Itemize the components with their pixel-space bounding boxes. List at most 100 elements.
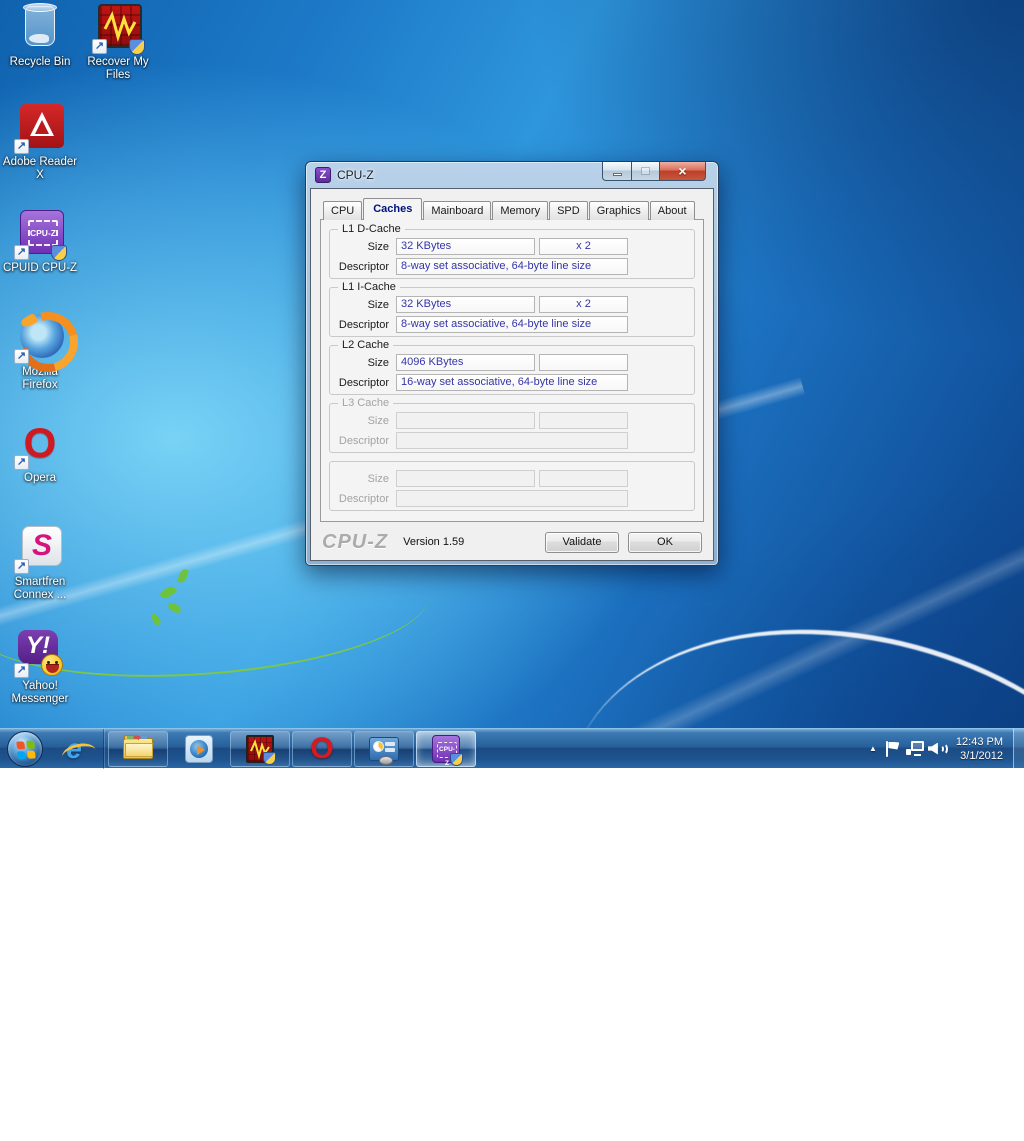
shortcut-arrow-icon: ↗	[14, 139, 29, 154]
shortcut-arrow-icon: ↗	[92, 39, 107, 54]
desktop-icon-recover-my-files[interactable]: ↗ Recover My Files	[78, 4, 158, 82]
network-icon	[906, 741, 924, 756]
recycle-bin-icon	[16, 4, 64, 52]
smartfren-icon: S ↗	[16, 524, 64, 572]
l2-size-field: 4096 KBytes	[396, 354, 535, 371]
group-title: L2 Cache	[338, 339, 393, 351]
desktop-icon-cpuid-cpuz[interactable]: CPU-Z ↗ CPUID CPU-Z	[0, 210, 80, 275]
maximize-button	[632, 162, 660, 181]
icon-label: Recycle Bin	[0, 56, 80, 69]
l3-size-field	[396, 412, 535, 429]
tab-memory[interactable]: Memory	[492, 201, 548, 220]
ok-button[interactable]: OK	[628, 532, 702, 553]
size-label: Size	[330, 473, 396, 485]
extra-descriptor-field	[396, 490, 628, 507]
taskbar-item-recover-my-files[interactable]	[230, 731, 290, 767]
title-bar[interactable]: Z CPU-Z ×	[306, 162, 718, 188]
yahoo-messenger-icon: Y! ↗	[16, 628, 64, 676]
desktop-icon-adobe-reader[interactable]: ↗ Adobe Reader X	[0, 104, 80, 182]
windows-logo-icon	[16, 740, 35, 759]
recover-my-files-icon: ↗	[94, 4, 142, 52]
l1d-descriptor-field: 8-way set associative, 64-byte line size	[396, 258, 628, 275]
tab-cpu[interactable]: CPU	[323, 201, 362, 220]
desktop-icon-opera[interactable]: O ↗ Opera	[0, 420, 80, 485]
shortcut-arrow-icon: ↗	[14, 349, 29, 364]
tab-graphics[interactable]: Graphics	[589, 201, 649, 220]
icon-label: Adobe Reader X	[0, 156, 80, 182]
tab-mainboard[interactable]: Mainboard	[423, 201, 491, 220]
group-l2-cache: L2 Cache Size 4096 KBytes Descriptor 16-…	[329, 345, 695, 395]
minimize-button[interactable]	[602, 162, 632, 181]
descriptor-label: Descriptor	[330, 319, 396, 331]
desktop: Recycle Bin ↗ Recover My Files ↗ Adobe R…	[0, 0, 1024, 768]
cpuz-icon: CPU-Z	[432, 735, 460, 763]
uac-shield-icon	[450, 753, 463, 766]
descriptor-label: Descriptor	[330, 261, 396, 273]
group-extra-cache: Size Descriptor	[329, 461, 695, 511]
clock[interactable]: 12:43 PM 3/1/2012	[948, 735, 1013, 763]
cpuz-window-icon: Z	[315, 167, 331, 183]
desktop-icon-smartfren[interactable]: S ↗ Smartfren Connex ...	[0, 524, 80, 602]
version-label: Version 1.59	[403, 536, 545, 548]
icon-label: CPUID CPU-Z	[0, 262, 80, 275]
window-controls: ×	[602, 162, 706, 181]
uac-shield-icon	[263, 752, 276, 765]
uac-shield-icon	[129, 39, 145, 55]
group-l3-cache: L3 Cache Size Descriptor	[329, 403, 695, 453]
show-hidden-icons-button[interactable]: ▲	[864, 744, 882, 753]
cpuz-window: Z CPU-Z × CPU Caches Mainboard Memory SP…	[305, 161, 719, 566]
opera-icon: O	[310, 733, 333, 765]
tab-caches[interactable]: Caches	[363, 198, 422, 220]
taskbar-item-opera[interactable]: O	[292, 731, 352, 767]
validate-button[interactable]: Validate	[545, 532, 619, 553]
desktop-icon-recycle-bin[interactable]: Recycle Bin	[0, 4, 80, 69]
taskbar-item-internet-explorer[interactable]: e	[48, 729, 100, 769]
uac-shield-icon	[51, 245, 67, 261]
taskbar-item-system-utility[interactable]	[354, 731, 414, 767]
cpuz-app-icon: CPU-Z ↗	[16, 210, 64, 258]
system-utility-icon	[369, 737, 399, 761]
shortcut-arrow-icon: ↗	[14, 455, 29, 470]
desktop-icon-firefox[interactable]: ↗ Mozilla Firefox	[0, 314, 80, 392]
tab-bar: CPU Caches Mainboard Memory SPD Graphics…	[320, 201, 704, 220]
network-item[interactable]	[904, 729, 926, 769]
shortcut-arrow-icon: ↗	[14, 245, 29, 260]
window-title: CPU-Z	[337, 168, 374, 182]
desktop-icon-yahoo-messenger[interactable]: Y! ↗ Yahoo! Messenger	[0, 628, 80, 706]
media-player-icon	[185, 735, 213, 763]
size-label: Size	[330, 299, 396, 311]
descriptor-label: Descriptor	[330, 377, 396, 389]
l1i-count-field: x 2	[539, 296, 628, 313]
volume-item[interactable]	[926, 729, 948, 769]
taskbar-divider	[103, 729, 104, 769]
tab-about[interactable]: About	[650, 201, 695, 220]
l1i-descriptor-field: 8-way set associative, 64-byte line size	[396, 316, 628, 333]
l3-descriptor-field	[396, 432, 628, 449]
taskbar-item-explorer[interactable]	[108, 731, 168, 767]
size-label: Size	[330, 241, 396, 253]
group-title: L1 D-Cache	[338, 223, 405, 235]
action-center-item[interactable]	[882, 729, 904, 769]
wallpaper-arc	[512, 559, 1024, 1141]
show-desktop-button[interactable]	[1013, 729, 1024, 769]
smiley-icon	[41, 654, 63, 676]
shortcut-arrow-icon: ↗	[14, 663, 29, 678]
l1d-size-field: 32 KBytes	[396, 238, 535, 255]
close-button[interactable]: ×	[660, 162, 706, 181]
extra-count-field	[539, 470, 628, 487]
icon-label: Yahoo! Messenger	[0, 680, 80, 706]
window-footer: CPU-Z Version 1.59 Validate OK	[320, 522, 704, 562]
start-button[interactable]	[7, 731, 43, 767]
clock-time: 12:43 PM	[956, 735, 1003, 749]
l3-count-field	[539, 412, 628, 429]
caches-tab-page: L1 D-Cache Size 32 KBytes x 2 Descriptor…	[320, 219, 704, 522]
taskbar-item-cpuz[interactable]: CPU-Z	[416, 731, 476, 767]
shortcut-arrow-icon: ↗	[14, 559, 29, 574]
l2-count-field	[539, 354, 628, 371]
window-client-area: CPU Caches Mainboard Memory SPD Graphics…	[310, 188, 714, 561]
icon-label: Smartfren Connex ...	[0, 576, 80, 602]
tab-spd[interactable]: SPD	[549, 201, 588, 220]
size-label: Size	[330, 357, 396, 369]
group-title: L3 Cache	[338, 397, 393, 409]
taskbar-item-media-player[interactable]	[169, 729, 229, 769]
